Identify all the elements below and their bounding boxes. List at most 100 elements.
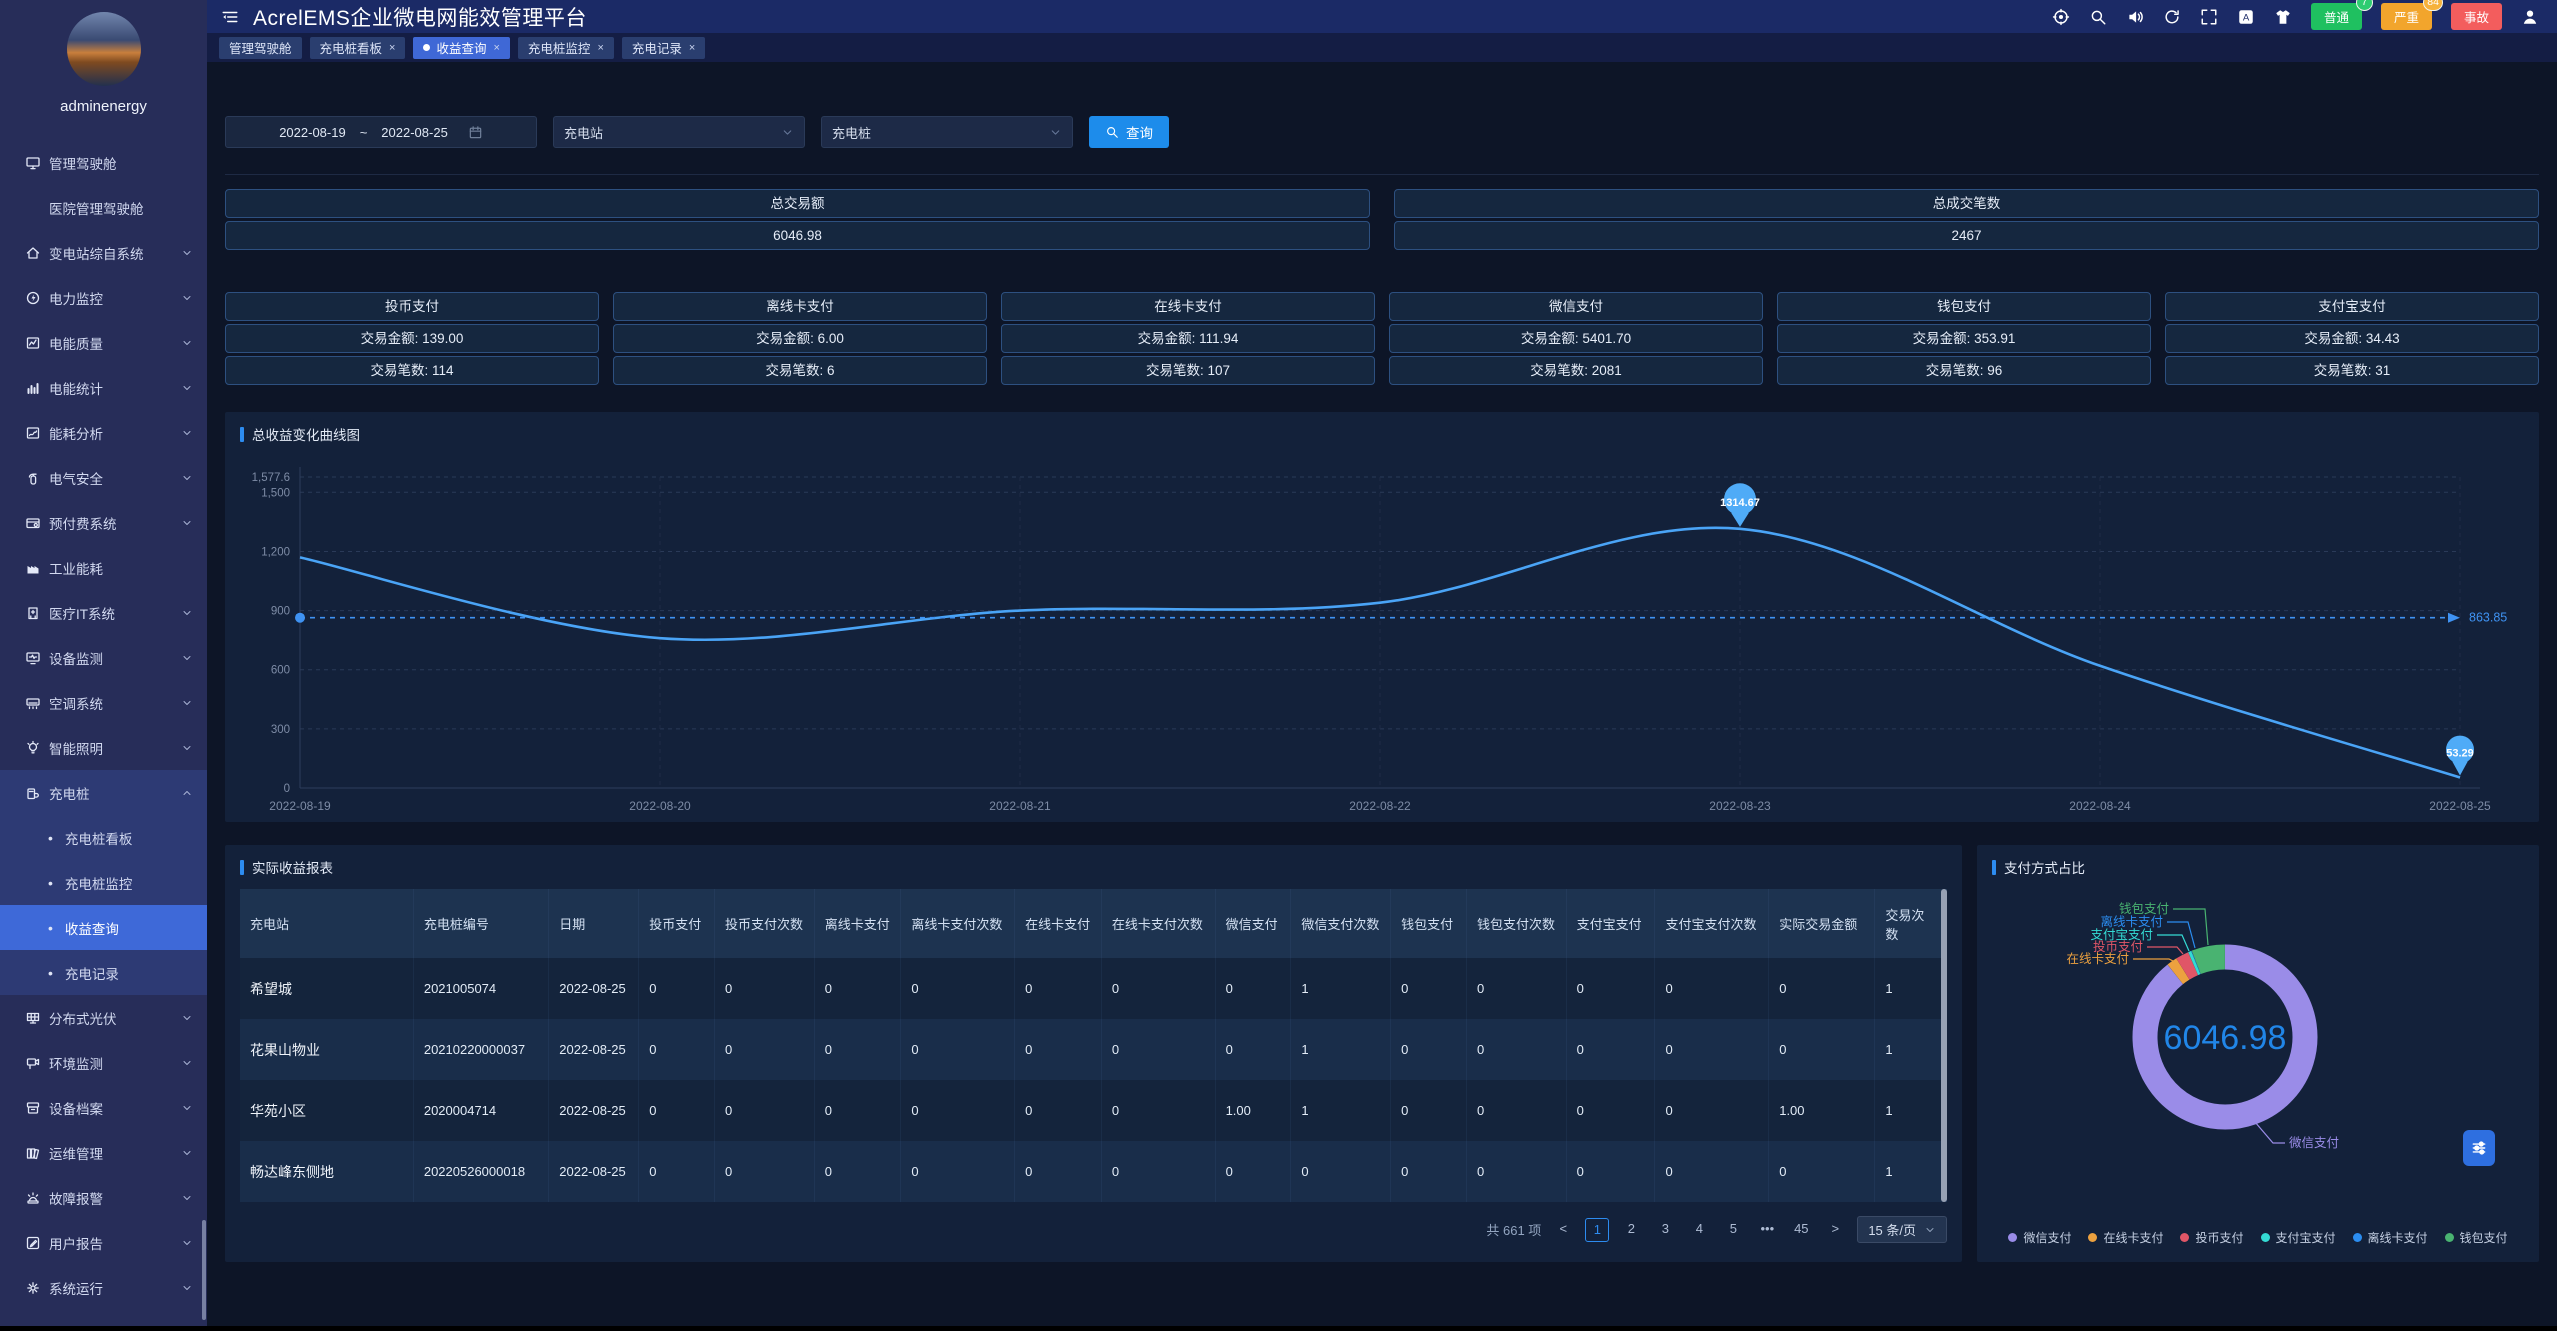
sidebar-item-充电桩看板[interactable]: •充电桩看板 [0, 815, 207, 860]
sidebar-item-分布式光伏[interactable]: 分布式光伏 [0, 995, 207, 1040]
table-cell: 0 [1655, 1141, 1769, 1202]
target-icon[interactable] [2052, 8, 2070, 26]
column-header: 投币支付 [639, 889, 715, 958]
page-button-1[interactable]: 1 [1585, 1218, 1609, 1242]
legend-item-投币支付[interactable]: 投币支付 [2180, 1229, 2243, 1246]
summary-card-value: 6046.98 [225, 221, 1370, 250]
alarm-label: 普通 [2324, 11, 2349, 25]
panel-title: 实际收益报表 [240, 857, 333, 877]
svg-text:900: 900 [271, 606, 290, 618]
chevron-down-icon [181, 1102, 193, 1114]
close-tab-icon[interactable]: × [493, 42, 499, 54]
translate-icon[interactable]: A [2237, 8, 2255, 26]
close-tab-icon[interactable]: × [389, 42, 395, 54]
sidebar-item-收益查询[interactable]: •收益查询 [0, 905, 207, 950]
sidebar-scrollbar[interactable] [202, 1220, 206, 1320]
tab-收益查询[interactable]: 收益查询× [413, 37, 509, 59]
sidebar-item-系统运行[interactable]: 系统运行 [0, 1265, 207, 1310]
pile-select-value: 充电桩 [832, 123, 871, 142]
sidebar-item-设备档案[interactable]: 设备档案 [0, 1085, 207, 1130]
page-button-3[interactable]: 3 [1653, 1218, 1677, 1242]
sidebar-item-电能质量[interactable]: 电能质量 [0, 320, 207, 365]
sidebar-item-变电站综自系统[interactable]: 变电站综自系统 [0, 230, 207, 275]
alarm-icon [25, 1190, 41, 1206]
tab-label: 管理驾驶舱 [229, 38, 292, 57]
table-cell: 0 [1391, 958, 1467, 1019]
legend-item-微信支付[interactable]: 微信支付 [2008, 1229, 2071, 1246]
table-cell: 0 [901, 1019, 1015, 1080]
date-range-input[interactable]: 2022-08-19 ~ 2022-08-25 [225, 116, 537, 148]
svg-text:2022-08-22: 2022-08-22 [1349, 799, 1411, 813]
close-tab-icon[interactable]: × [689, 42, 695, 54]
legend-item-钱包支付[interactable]: 钱包支付 [2445, 1229, 2508, 1246]
user-icon[interactable] [2521, 8, 2539, 26]
sidebar-item-运维管理[interactable]: 运维管理 [0, 1130, 207, 1175]
sidebar-item-设备监测[interactable]: 设备监测 [0, 635, 207, 680]
tab-管理驾驶舱[interactable]: 管理驾驶舱 [219, 37, 302, 59]
tab-充电桩看板[interactable]: 充电桩看板× [310, 37, 406, 59]
fullscreen-icon[interactable] [2200, 8, 2218, 26]
sidebar-item-空调系统[interactable]: 空调系统 [0, 680, 207, 725]
next-page-button[interactable]: > [1823, 1218, 1847, 1242]
sidebar-item-电力监控[interactable]: 电力监控 [0, 275, 207, 320]
sidebar-item-充电记录[interactable]: •充电记录 [0, 950, 207, 995]
settings-fab[interactable] [2463, 1130, 2495, 1166]
column-header: 在线卡支付 [1015, 889, 1102, 958]
sidebar-item-环境监测[interactable]: 环境监测 [0, 1040, 207, 1085]
prev-page-button[interactable]: < [1551, 1218, 1575, 1242]
station-select[interactable]: 充电站 [553, 116, 805, 148]
sidebar-item-充电桩[interactable]: 充电桩 [0, 770, 207, 815]
refresh-icon[interactable] [2163, 8, 2181, 26]
legend-dot [2261, 1233, 2270, 1242]
tab-充电记录[interactable]: 充电记录× [622, 37, 705, 59]
sidebar-item-医院管理驾驶舱[interactable]: 医院管理驾驶舱 [0, 185, 207, 230]
table-cell: 0 [1655, 1019, 1769, 1080]
svg-text:6046.98: 6046.98 [2164, 1019, 2287, 1057]
sidebar-item-充电桩监控[interactable]: •充电桩监控 [0, 860, 207, 905]
pagination-ellipsis[interactable]: ••• [1755, 1218, 1779, 1242]
sidebar-item-电能统计[interactable]: 电能统计 [0, 365, 207, 410]
payment-card-title: 微信支付 [1389, 292, 1763, 321]
legend-item-支付宝支付[interactable]: 支付宝支付 [2261, 1229, 2336, 1246]
tab-充电桩监控[interactable]: 充电桩监控 × [518, 37, 614, 59]
close-tab-icon[interactable]: × [597, 42, 603, 54]
amount-value: 139.00 [422, 331, 463, 346]
payment-card-amount: 交易金额: 5401.70 [1389, 324, 1763, 353]
sidebar-item-医疗IT系统[interactable]: 医疗IT系统 [0, 590, 207, 635]
sidebar-item-故障报警[interactable]: 故障报警 [0, 1175, 207, 1220]
sidebar-item-电气安全[interactable]: 电气安全 [0, 455, 207, 500]
page-button-4[interactable]: 4 [1687, 1218, 1711, 1242]
sidebar-item-智能照明[interactable]: 智能照明 [0, 725, 207, 770]
table-scrollbar-thumb[interactable] [1941, 889, 1947, 1202]
legend-item-在线卡支付[interactable]: 在线卡支付 [2088, 1229, 2163, 1246]
sidebar-item-能耗分析[interactable]: 能耗分析 [0, 410, 207, 455]
alarm-button-严重[interactable]: 严重84 [2381, 3, 2432, 30]
search-button[interactable]: 查询 [1089, 116, 1169, 148]
legend-item-离线卡支付[interactable]: 离线卡支付 [2353, 1229, 2428, 1246]
pagination-total: 共 661 项 [1486, 1220, 1541, 1239]
tab-label: 充电桩监控 [528, 38, 591, 57]
alarm-button-普通[interactable]: 普通7 [2311, 3, 2362, 30]
legend-dot [2180, 1233, 2189, 1242]
column-header: 微信支付 [1215, 889, 1291, 958]
table-cell: 0 [814, 1019, 901, 1080]
sidebar-item-label: 系统运行 [49, 1278, 181, 1298]
amount-value: 6.00 [818, 331, 844, 346]
sidebar-item-管理驾驶舱[interactable]: 管理驾驶舱 [0, 140, 207, 185]
chevron-down-icon [181, 1057, 193, 1069]
shirt-icon[interactable] [2274, 8, 2292, 26]
table-cell: 0 [1101, 1080, 1215, 1141]
sidebar-item-用户报告[interactable]: 用户报告 [0, 1220, 207, 1265]
search-icon[interactable] [2089, 8, 2107, 26]
page-button-2[interactable]: 2 [1619, 1218, 1643, 1242]
count-value: 96 [1987, 363, 2002, 378]
alarm-button-事故[interactable]: 事故 [2451, 3, 2502, 30]
speaker-icon[interactable] [2126, 8, 2144, 26]
pile-select[interactable]: 充电桩 [821, 116, 1073, 148]
sidebar-item-工业能耗[interactable]: 工业能耗 [0, 545, 207, 590]
sidebar-item-预付费系统[interactable]: 预付费系统 [0, 500, 207, 545]
collapse-sidebar-icon[interactable] [221, 8, 239, 26]
page-button-5[interactable]: 5 [1721, 1218, 1745, 1242]
page-button-45[interactable]: 45 [1789, 1218, 1813, 1242]
page-size-select[interactable]: 15 条/页 [1857, 1216, 1947, 1243]
